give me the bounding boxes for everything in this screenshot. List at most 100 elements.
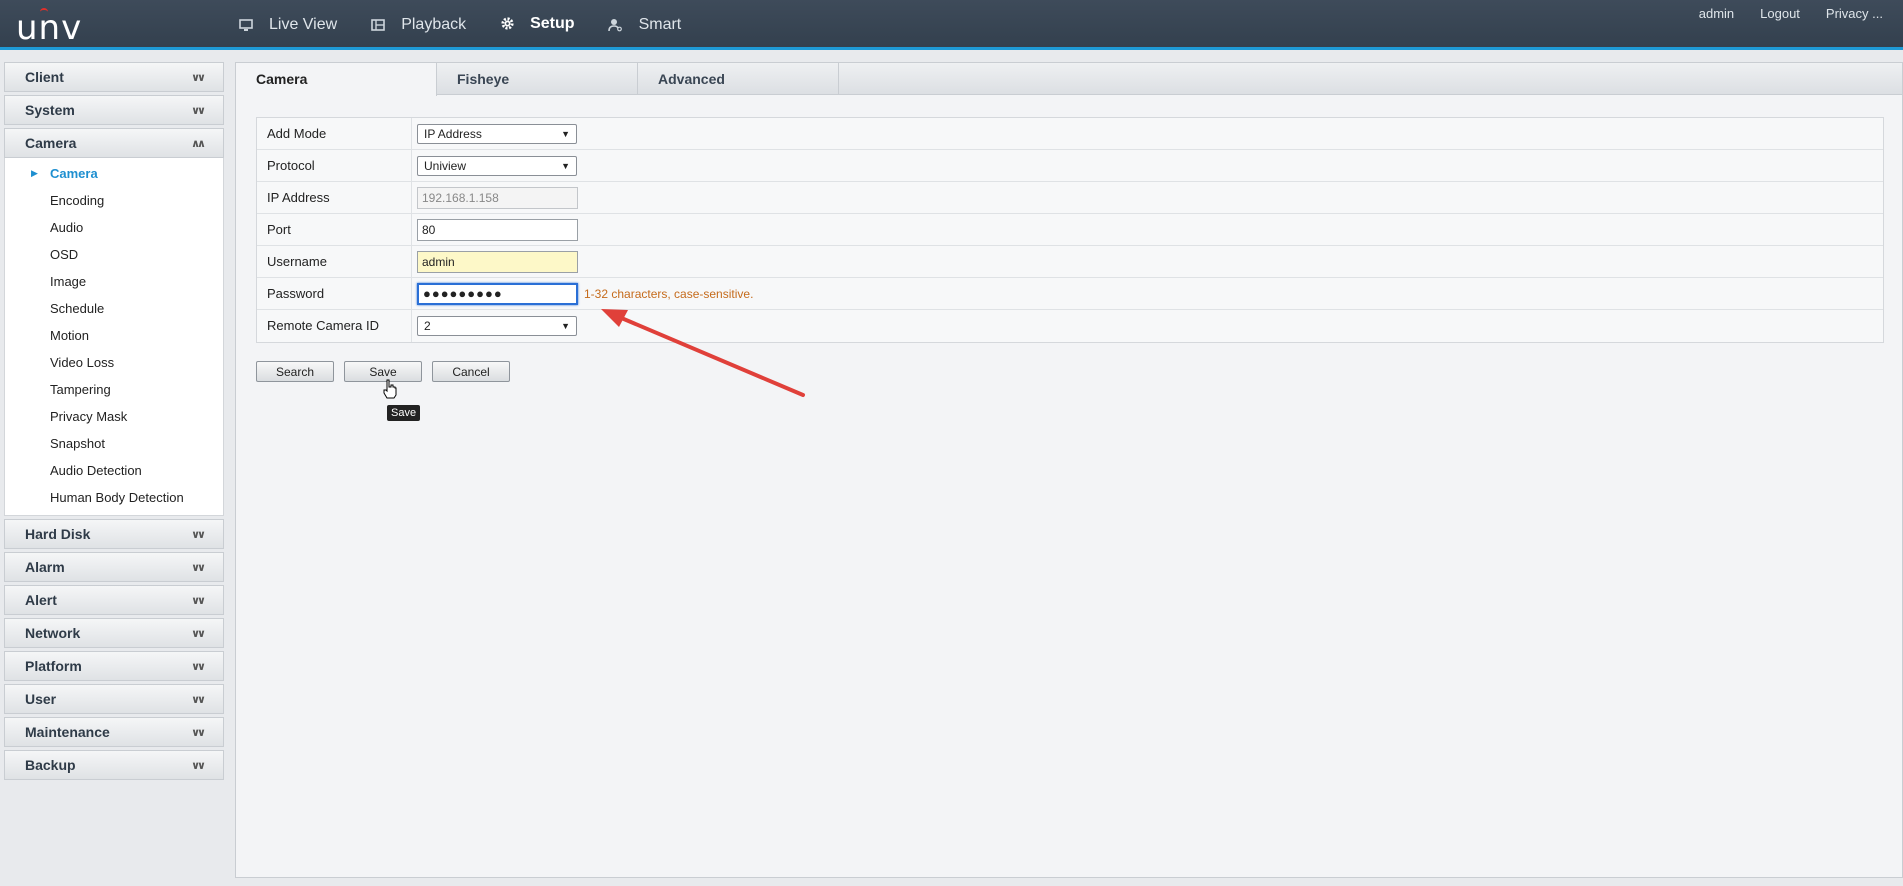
sidebar-item-snapshot[interactable]: Snapshot <box>5 430 223 457</box>
sidebar-item-label: Schedule <box>50 301 105 316</box>
protocol-select[interactable]: Uniview ▼ <box>417 155 577 176</box>
sidebar-group-label: Alarm <box>25 559 65 575</box>
form-row-password: Password 1-32 characters, case-sensitive… <box>257 277 1883 310</box>
sidebar-group-camera[interactable]: Camera ∧∧ <box>4 128 224 158</box>
chevron-double-down-icon: ∨∨ <box>191 104 206 117</box>
sidebar-item-label: Motion <box>50 328 90 343</box>
camera-subnav: ▶ Camera Encoding Audio OSD Image Schedu… <box>4 158 224 516</box>
nav-setup-label: Setup <box>530 14 575 32</box>
sidebar-item-tampering[interactable]: Tampering <box>5 376 223 403</box>
port-label: Port <box>257 213 412 246</box>
nav-setup[interactable]: Setup <box>481 0 590 50</box>
sidebar-item-label: Image <box>50 274 87 289</box>
sidebar-group-alert[interactable]: Alert ∨∨ <box>4 585 224 615</box>
protocol-value: Uniview <box>424 158 467 173</box>
chevron-double-down-icon: ∨∨ <box>191 594 206 607</box>
sidebar-item-osd[interactable]: OSD <box>5 241 223 268</box>
username-label: Username <box>257 245 412 278</box>
form-row-remote-camera-id: Remote Camera ID 2 ▼ <box>257 310 1883 342</box>
sidebar-group-label: System <box>25 102 75 118</box>
ip-address-input <box>417 186 578 209</box>
sidebar-group-label: Platform <box>25 658 82 674</box>
chevron-double-down-icon: ∨∨ <box>191 693 206 706</box>
cancel-button[interactable]: Cancel <box>432 361 510 382</box>
film-icon <box>367 17 389 33</box>
sidebar-group-platform[interactable]: Platform ∨∨ <box>4 651 224 681</box>
caret-right-icon: ▶ <box>31 168 38 178</box>
sidebar-group-label: Network <box>25 625 81 641</box>
protocol-label: Protocol <box>257 149 412 182</box>
chevron-double-down-icon: ∨∨ <box>191 71 206 84</box>
sidebar-item-label: Privacy Mask <box>50 409 128 424</box>
person-search-icon <box>605 17 627 33</box>
username-input[interactable] <box>417 250 578 273</box>
sidebar-item-human-body-detection[interactable]: Human Body Detection <box>5 484 223 511</box>
remote-camera-id-value: 2 <box>424 319 431 333</box>
sidebar-group-user[interactable]: User ∨∨ <box>4 684 224 714</box>
monitor-icon <box>235 17 257 33</box>
nav-smart[interactable]: Smart <box>590 0 697 50</box>
chevron-double-down-icon: ∨∨ <box>191 627 206 640</box>
sidebar-group-client[interactable]: Client ∨∨ <box>4 62 224 92</box>
sidebar-item-label: Video Loss <box>50 355 115 370</box>
nav-smart-label: Smart <box>638 16 682 33</box>
remote-camera-id-label: Remote Camera ID <box>257 310 412 342</box>
current-user[interactable]: admin <box>1699 6 1734 21</box>
sidebar-group-label: Alert <box>25 592 57 608</box>
nav-playback[interactable]: Playback <box>352 0 481 50</box>
tab-camera[interactable]: Camera <box>236 63 437 96</box>
password-label: Password <box>257 277 412 310</box>
sidebar-group-hard-disk[interactable]: Hard Disk ∨∨ <box>4 519 224 549</box>
sidebar-item-image[interactable]: Image <box>5 268 223 295</box>
add-mode-select[interactable]: IP Address ▼ <box>417 123 577 144</box>
sidebar-group-label: Camera <box>25 135 77 151</box>
search-button[interactable]: Search <box>256 361 334 382</box>
nav-live-view[interactable]: Live View <box>220 0 352 50</box>
sidebar-group-label: Client <box>25 69 64 85</box>
sidebar-group-label: Hard Disk <box>25 526 91 542</box>
main-nav: Live View Playback Setup Smart <box>220 0 696 50</box>
user-links: admin Logout Privacy ... <box>1699 6 1883 21</box>
password-hint: 1-32 characters, case-sensitive. <box>584 286 754 301</box>
sidebar-group-maintenance[interactable]: Maintenance ∨∨ <box>4 717 224 747</box>
sidebar: Client ∨∨ System ∨∨ Camera ∧∧ ▶ Camera E… <box>4 62 224 886</box>
camera-form: Add Mode IP Address ▼ Protocol Uniview ▼… <box>256 117 1884 343</box>
sidebar-item-camera[interactable]: ▶ Camera <box>5 160 223 187</box>
sidebar-group-backup[interactable]: Backup ∨∨ <box>4 750 224 780</box>
nav-playback-label: Playback <box>401 16 467 33</box>
sidebar-group-label: User <box>25 691 57 707</box>
hand-cursor-icon <box>382 379 398 402</box>
chevron-double-down-icon: ∨∨ <box>191 759 206 772</box>
tab-fisheye[interactable]: Fisheye <box>437 63 638 95</box>
sidebar-item-privacy-mask[interactable]: Privacy Mask <box>5 403 223 430</box>
sidebar-item-audio[interactable]: Audio <box>5 214 223 241</box>
sidebar-group-system[interactable]: System ∨∨ <box>4 95 224 125</box>
sidebar-item-video-loss[interactable]: Video Loss <box>5 349 223 376</box>
logout-link[interactable]: Logout <box>1760 6 1800 21</box>
main-panel: Camera Fisheye Advanced Add Mode IP Addr… <box>235 62 1903 878</box>
gear-icon <box>496 16 518 32</box>
chevron-double-up-icon: ∧∧ <box>191 137 206 150</box>
chevron-double-down-icon: ∨∨ <box>191 528 206 541</box>
tab-advanced[interactable]: Advanced <box>638 63 839 95</box>
sidebar-group-label: Backup <box>25 757 76 773</box>
chevron-down-icon: ▼ <box>561 321 570 331</box>
sidebar-item-motion[interactable]: Motion <box>5 322 223 349</box>
form-row-protocol: Protocol Uniview ▼ <box>257 149 1883 182</box>
port-input[interactable] <box>417 218 578 241</box>
save-tooltip: Save <box>387 405 421 421</box>
sidebar-group-alarm[interactable]: Alarm ∨∨ <box>4 552 224 582</box>
form-row-port: Port <box>257 213 1883 246</box>
password-input[interactable] <box>417 282 578 305</box>
sidebar-item-audio-detection[interactable]: Audio Detection <box>5 457 223 484</box>
sidebar-item-encoding[interactable]: Encoding <box>5 187 223 214</box>
sidebar-item-label: Audio Detection <box>50 463 142 478</box>
privacy-link[interactable]: Privacy ... <box>1826 6 1883 21</box>
sidebar-item-schedule[interactable]: Schedule <box>5 295 223 322</box>
remote-camera-id-select[interactable]: 2 ▼ <box>417 316 577 336</box>
nav-live-view-label: Live View <box>269 16 338 33</box>
sidebar-group-network[interactable]: Network ∨∨ <box>4 618 224 648</box>
form-row-username: Username <box>257 245 1883 278</box>
sidebar-item-label: Tampering <box>50 382 111 397</box>
sidebar-item-label: Encoding <box>50 193 105 208</box>
